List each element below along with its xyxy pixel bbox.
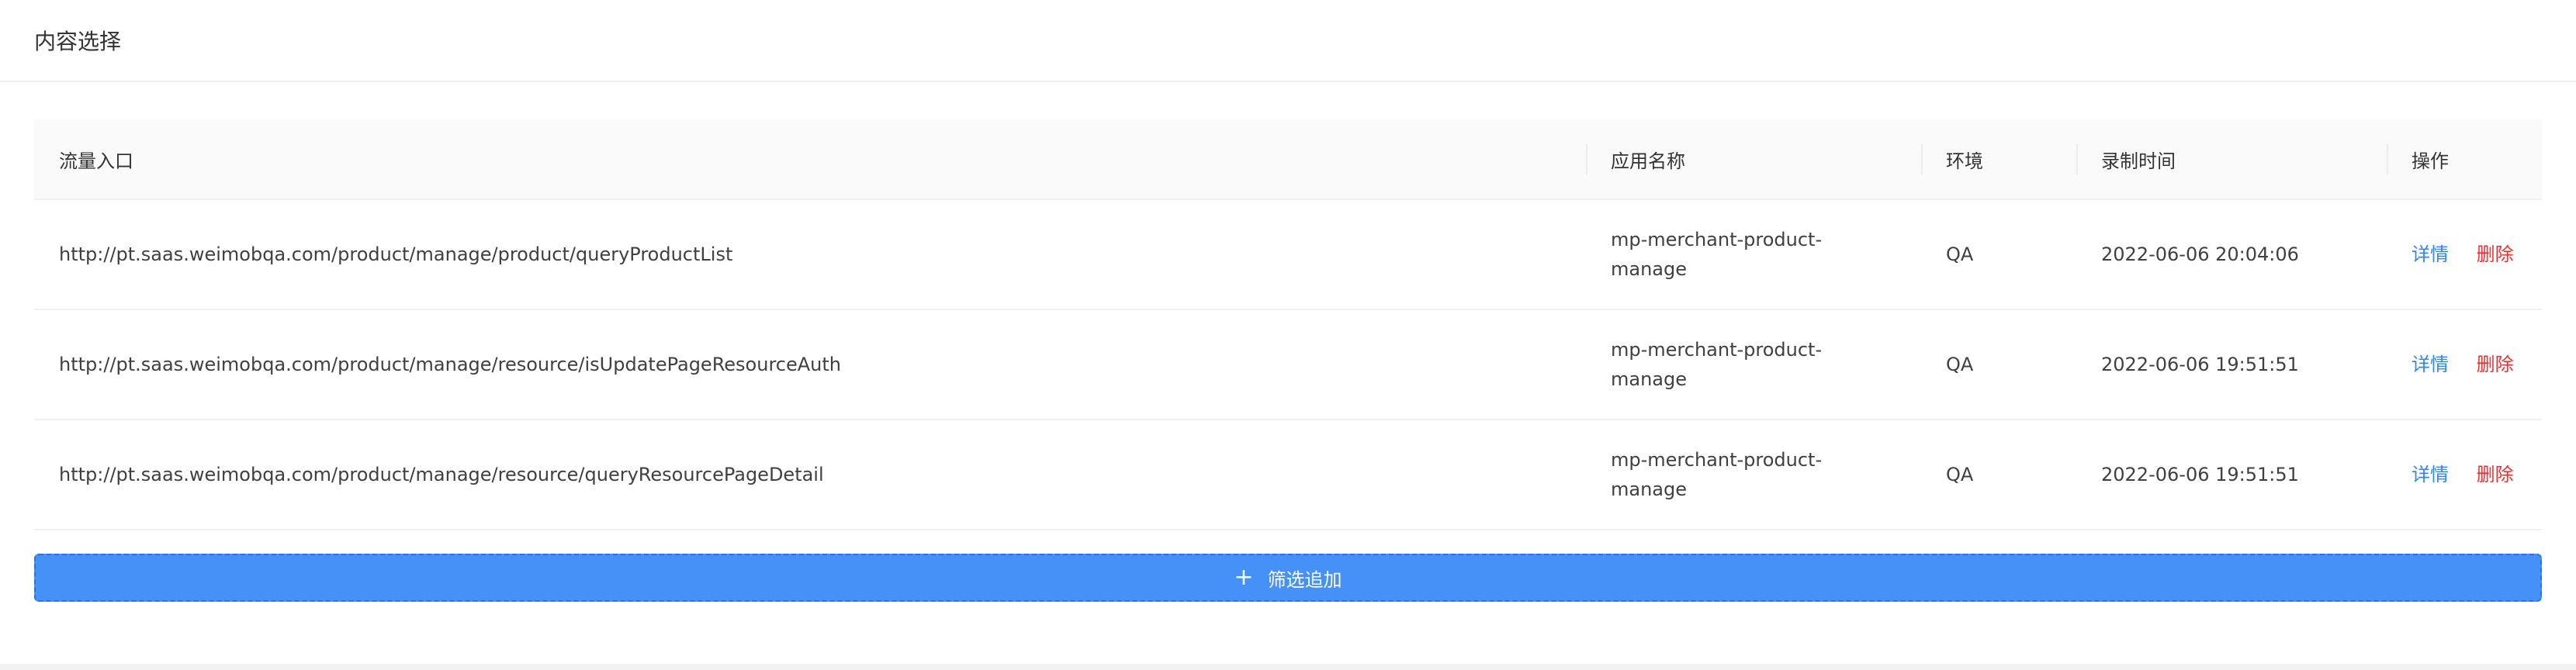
cell-app: mp-merchant-product-manage bbox=[1586, 309, 1921, 420]
table-header: 流量入口 应用名称 环境 录制时间 操作 bbox=[34, 119, 2542, 200]
bottom-divider bbox=[0, 664, 2576, 670]
cell-env: QA bbox=[1921, 309, 2076, 420]
cell-entry: http://pt.saas.weimobqa.com/product/mana… bbox=[34, 420, 1586, 530]
plus-icon: + bbox=[1234, 564, 1254, 591]
cell-env: QA bbox=[1921, 199, 2076, 310]
table-row: http://pt.saas.weimobqa.com/product/mana… bbox=[34, 420, 2542, 530]
card-body: 流量入口 应用名称 环境 录制时间 操作 http://pt.saas.weim… bbox=[34, 119, 2542, 530]
detail-link[interactable]: 详情 bbox=[2412, 243, 2449, 265]
table-row: http://pt.saas.weimobqa.com/product/mana… bbox=[34, 309, 2542, 420]
traffic-entry-table: 流量入口 应用名称 环境 录制时间 操作 http://pt.saas.weim… bbox=[34, 119, 2542, 530]
app-name: mp-merchant-product-manage bbox=[1611, 229, 1823, 280]
table-header-row: 流量入口 应用名称 环境 录制时间 操作 bbox=[34, 119, 2542, 200]
content-selection-page: 内容选择 流量入口 应用名称 环境 录制时间 操作 http://pt.saas… bbox=[0, 0, 2576, 670]
column-header-env: 环境 bbox=[1921, 119, 2076, 200]
column-header-app: 应用名称 bbox=[1586, 119, 1921, 200]
table-body: http://pt.saas.weimobqa.com/product/mana… bbox=[34, 199, 2542, 530]
app-name: mp-merchant-product-manage bbox=[1611, 449, 1823, 500]
delete-link[interactable]: 删除 bbox=[2477, 464, 2514, 485]
filter-append-button[interactable]: + 筛选追加 bbox=[34, 554, 2542, 602]
table-row: http://pt.saas.weimobqa.com/product/mana… bbox=[34, 199, 2542, 310]
cell-actions: 详情 删除 bbox=[2387, 309, 2542, 420]
cell-time: 2022-06-06 19:51:51 bbox=[2076, 420, 2387, 530]
column-header-time: 录制时间 bbox=[2076, 119, 2387, 200]
delete-link[interactable]: 删除 bbox=[2477, 243, 2514, 265]
cell-time: 2022-06-06 19:51:51 bbox=[2076, 309, 2387, 420]
app-name: mp-merchant-product-manage bbox=[1611, 339, 1823, 390]
detail-link[interactable]: 详情 bbox=[2412, 354, 2449, 375]
cell-entry: http://pt.saas.weimobqa.com/product/mana… bbox=[34, 309, 1586, 420]
filter-append-label: 筛选追加 bbox=[1267, 568, 1342, 591]
cell-time: 2022-06-06 20:04:06 bbox=[2076, 199, 2387, 310]
cell-entry: http://pt.saas.weimobqa.com/product/mana… bbox=[34, 199, 1586, 310]
card-header: 内容选择 bbox=[0, 0, 2576, 82]
cell-env: QA bbox=[1921, 420, 2076, 530]
cell-app: mp-merchant-product-manage bbox=[1586, 199, 1921, 310]
delete-link[interactable]: 删除 bbox=[2477, 354, 2514, 375]
cell-actions: 详情 删除 bbox=[2387, 199, 2542, 310]
card-title: 内容选择 bbox=[34, 29, 122, 54]
column-header-action: 操作 bbox=[2387, 119, 2542, 200]
cell-app: mp-merchant-product-manage bbox=[1586, 420, 1921, 530]
column-header-entry: 流量入口 bbox=[34, 119, 1586, 200]
cell-actions: 详情 删除 bbox=[2387, 420, 2542, 530]
detail-link[interactable]: 详情 bbox=[2412, 464, 2449, 485]
